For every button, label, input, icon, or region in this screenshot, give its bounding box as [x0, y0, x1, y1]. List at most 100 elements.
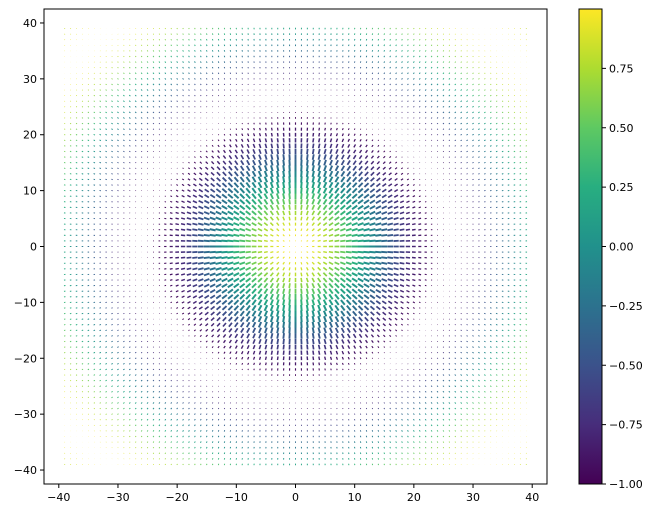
quiver-arrow — [200, 27, 202, 30]
quiver-arrow — [430, 441, 433, 443]
quiver-arrow — [383, 418, 385, 421]
quiver-arrow — [419, 463, 421, 466]
quiver-arrow — [389, 44, 391, 47]
quiver-arrow — [175, 273, 179, 276]
quiver-arrow — [117, 161, 119, 164]
quiver-arrow — [105, 318, 107, 320]
quiver-arrow — [270, 132, 273, 137]
quiver-arrow — [419, 368, 421, 371]
quiver-arrow — [81, 374, 84, 376]
quiver-arrow — [387, 256, 394, 259]
quiver-arrow — [205, 441, 208, 443]
quiver-arrow — [365, 430, 368, 432]
quiver-arrow — [158, 44, 161, 47]
quiver-arrow — [93, 385, 96, 387]
quiver-arrow — [186, 267, 192, 271]
quiver-arrow — [430, 452, 433, 454]
quiver-arrow — [430, 446, 433, 449]
quiver-arrow — [75, 111, 78, 114]
quiver-arrow — [418, 295, 421, 298]
quiver-arrow — [105, 424, 107, 426]
quiver-arrow — [93, 413, 95, 415]
quiver-arrow — [395, 33, 397, 35]
quiver-arrow — [200, 452, 202, 455]
quiver-arrow — [87, 329, 90, 332]
quiver-arrow — [389, 89, 391, 91]
quiver-arrow — [419, 128, 421, 130]
quiver-arrow — [363, 256, 370, 260]
quiver-arrow — [129, 340, 131, 343]
quiver-arrow — [276, 132, 279, 137]
quiver-arrow — [418, 279, 422, 281]
quiver-arrow — [129, 150, 131, 153]
quiver-arrow — [194, 340, 196, 343]
quiver-arrow — [175, 278, 179, 282]
quiver-arrow — [413, 173, 415, 175]
quiver-arrow — [311, 165, 315, 172]
quiver-arrow — [182, 458, 184, 460]
quiver-arrow — [430, 33, 433, 35]
quiver-arrow — [419, 385, 421, 387]
quiver-arrow — [206, 413, 208, 415]
quiver-arrow — [233, 239, 240, 243]
quiver-arrow — [111, 318, 113, 320]
quiver-arrow — [105, 145, 108, 147]
quiver-arrow — [223, 61, 226, 63]
quiver-arrow — [265, 127, 267, 131]
quiver-arrow — [418, 195, 421, 198]
quiver-arrow — [81, 106, 84, 108]
quiver-arrow — [419, 452, 421, 455]
quiver-arrow — [395, 100, 397, 102]
quiver-arrow — [405, 273, 411, 276]
quiver-arrow — [383, 424, 386, 427]
quiver-arrow — [188, 94, 190, 97]
quiver-arrow — [152, 145, 155, 147]
quiver-arrow — [288, 210, 291, 216]
quiver-arrow — [430, 55, 433, 58]
quiver-arrow — [413, 452, 415, 455]
quiver-arrow — [317, 239, 321, 242]
quiver-arrow — [288, 283, 291, 289]
quiver-arrow — [395, 72, 397, 75]
quiver-arrow — [182, 61, 184, 63]
quiver-arrow — [211, 413, 214, 415]
quiver-arrow — [395, 44, 397, 47]
quiver-arrow — [318, 356, 321, 361]
quiver-arrow — [200, 33, 202, 35]
quiver-arrow — [407, 61, 409, 63]
quiver-arrow — [401, 66, 403, 69]
quiver-arrow — [389, 38, 391, 41]
quiver-arrow — [69, 134, 72, 136]
quiver-arrow — [93, 128, 96, 130]
quiver-arrow — [158, 374, 161, 376]
quiver-arrow — [424, 55, 427, 58]
quiver-arrow — [105, 312, 107, 315]
quiver-arrow — [305, 327, 309, 334]
quiver-arrow — [270, 143, 274, 149]
quiver-arrow — [64, 134, 66, 136]
quiver-arrow — [282, 240, 285, 242]
quiver-arrow — [401, 27, 403, 30]
quiver-arrow — [383, 402, 385, 404]
quiver-arrow — [345, 256, 352, 260]
quiver-arrow — [395, 27, 397, 30]
quiver-arrow — [194, 50, 196, 52]
quiver-arrow — [259, 362, 261, 366]
quiver-arrow — [87, 351, 90, 354]
quiver-arrow — [164, 374, 167, 376]
quiver-arrow — [169, 279, 173, 281]
quiver-arrow — [395, 458, 397, 460]
quiver-arrow — [217, 441, 220, 443]
quiver-arrow — [381, 256, 388, 260]
quiver-arrow — [188, 458, 190, 460]
quiver-arrow — [312, 350, 315, 355]
quiver-arrow — [389, 346, 391, 348]
quiver-arrow — [282, 154, 285, 160]
quiver-arrow — [152, 134, 155, 136]
quiver-arrow — [170, 446, 172, 449]
quiver-arrow — [395, 463, 397, 466]
quiver-arrow — [418, 200, 421, 203]
quiver-arrow — [401, 33, 403, 35]
quiver-arrow — [387, 267, 394, 271]
quiver-arrow — [140, 340, 143, 343]
